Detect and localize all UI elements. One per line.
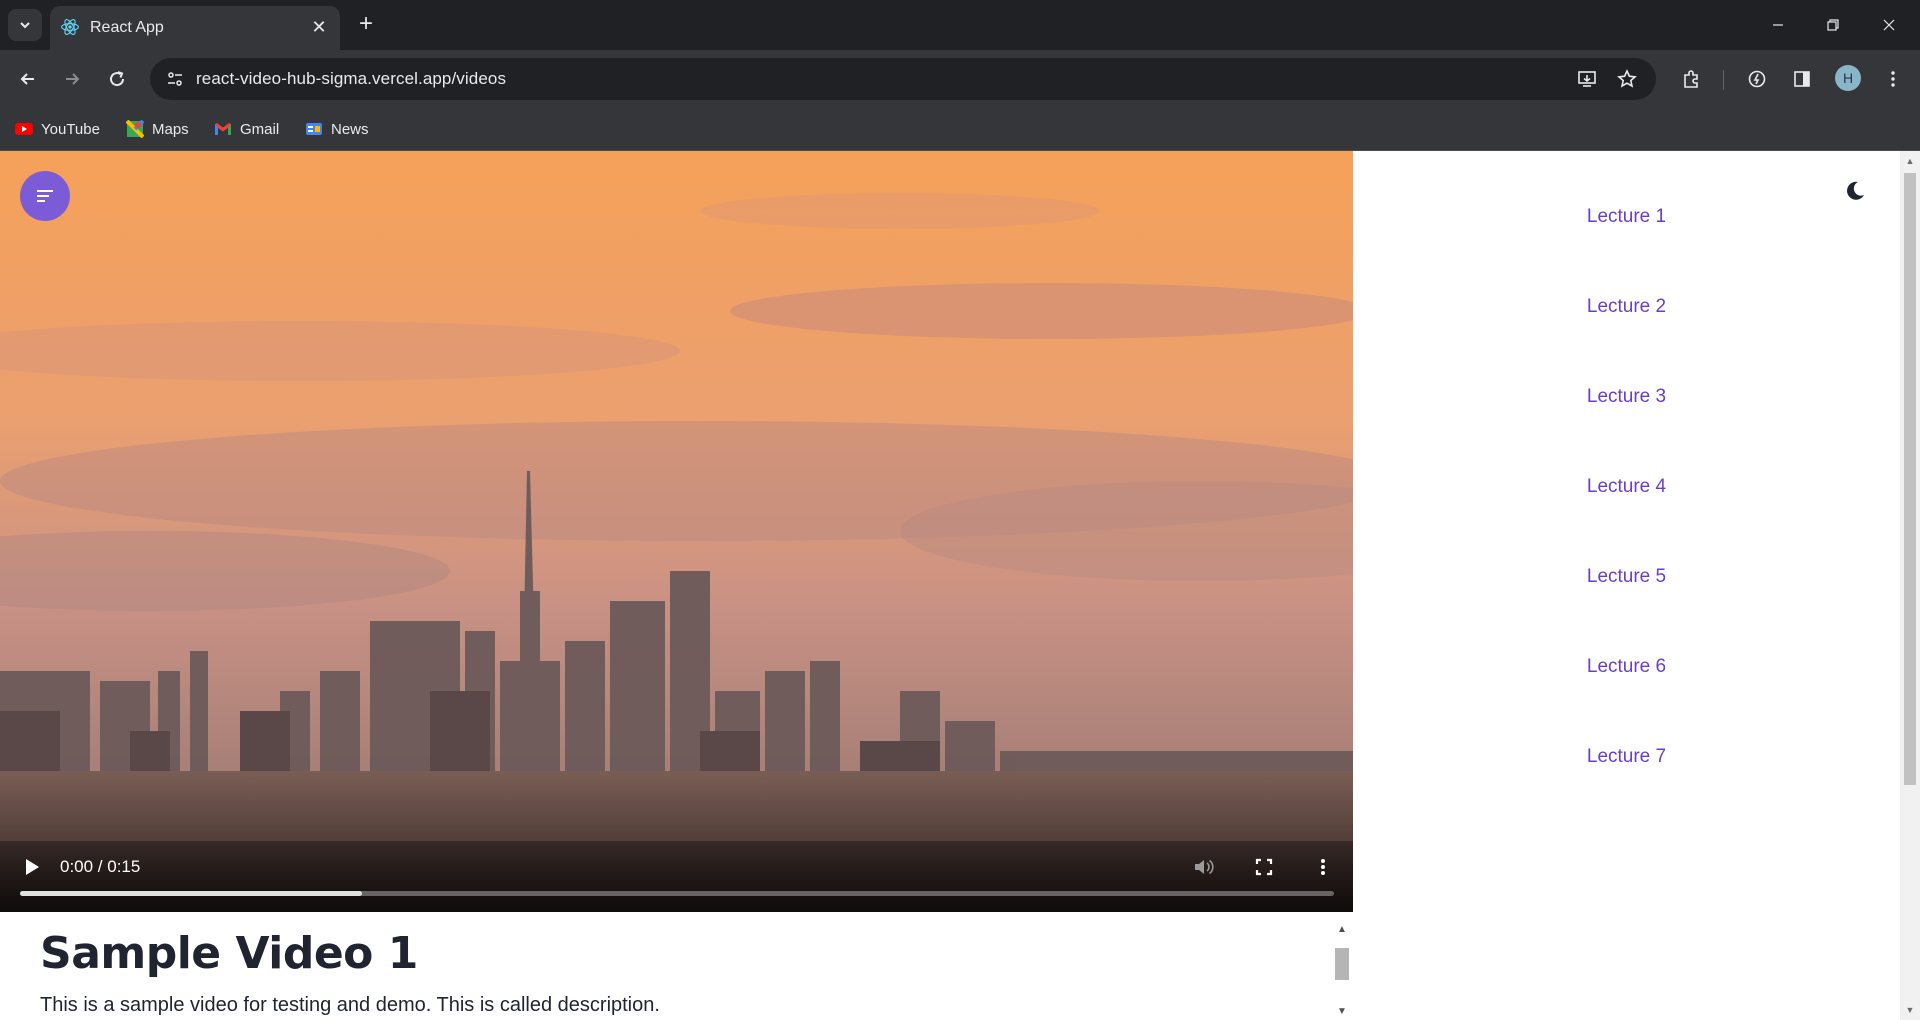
chevron-down-icon bbox=[20, 22, 30, 29]
info-scrollbar[interactable]: ▲ ▼ bbox=[1332, 922, 1352, 1020]
browser-tab[interactable]: React App ✕ bbox=[50, 6, 340, 50]
youtube-icon bbox=[15, 123, 33, 135]
more-options-icon[interactable] bbox=[1309, 853, 1337, 881]
bookmark-gmail[interactable]: Gmail bbox=[214, 118, 279, 140]
buffered-progress bbox=[20, 891, 362, 896]
bookmark-youtube[interactable]: YouTube bbox=[15, 118, 100, 140]
site-info-icon[interactable] bbox=[162, 66, 188, 92]
address-bar[interactable]: react-video-hub-sigma.vercel.app/videos bbox=[150, 58, 1656, 100]
lecture-link-7[interactable]: Lecture 7 bbox=[1353, 746, 1900, 768]
bookmarks-bar: YouTube Maps Gmail News bbox=[0, 108, 1920, 151]
lecture-link-2[interactable]: Lecture 2 bbox=[1353, 296, 1900, 318]
scroll-thumb[interactable] bbox=[1335, 948, 1349, 980]
lecture-link-5[interactable]: Lecture 5 bbox=[1353, 566, 1900, 588]
menu-lines-icon bbox=[37, 190, 53, 202]
video-title: Sample Video 1 bbox=[40, 928, 418, 979]
scroll-down-icon[interactable]: ▼ bbox=[1335, 1004, 1349, 1018]
new-tab-button[interactable]: + bbox=[352, 10, 380, 38]
more-vert-icon[interactable] bbox=[1877, 63, 1909, 95]
scroll-up-icon[interactable]: ▲ bbox=[1335, 922, 1349, 936]
react-icon bbox=[61, 19, 79, 35]
forward-icon[interactable] bbox=[56, 63, 88, 95]
close-window-icon[interactable] bbox=[1862, 0, 1916, 50]
tab-title: React App bbox=[90, 19, 164, 36]
page-scroll-down-icon[interactable]: ▼ bbox=[1904, 1004, 1916, 1016]
news-icon bbox=[306, 123, 322, 135]
bookmark-news[interactable]: News bbox=[305, 118, 369, 140]
minimize-icon[interactable] bbox=[1751, 0, 1805, 50]
restore-icon[interactable] bbox=[1806, 0, 1860, 50]
reload-icon[interactable] bbox=[101, 63, 133, 95]
video-controls: 0:00 / 0:15 bbox=[0, 841, 1353, 912]
lecture-link-1[interactable]: Lecture 1 bbox=[1353, 206, 1900, 228]
video-info-panel: Sample Video 1 This is a sample video fo… bbox=[0, 912, 1353, 1020]
seek-bar[interactable] bbox=[20, 891, 1334, 896]
close-tab-icon[interactable]: ✕ bbox=[308, 16, 330, 38]
side-panel-icon[interactable] bbox=[1786, 63, 1818, 95]
fullscreen-icon[interactable] bbox=[1250, 853, 1278, 881]
gmail-icon bbox=[215, 123, 231, 135]
volume-icon[interactable] bbox=[1190, 853, 1218, 881]
maps-icon bbox=[126, 120, 144, 138]
bookmark-maps[interactable]: Maps bbox=[126, 118, 189, 140]
profile-avatar[interactable]: H bbox=[1835, 65, 1861, 91]
browser-toolbar: react-video-hub-sigma.vercel.app/videos … bbox=[0, 50, 1920, 108]
time-display: 0:00 / 0:15 bbox=[60, 857, 141, 876]
page-scroll-thumb[interactable] bbox=[1904, 173, 1916, 785]
url-text[interactable]: react-video-hub-sigma.vercel.app/videos bbox=[196, 69, 506, 89]
bookmark-label: Maps bbox=[152, 120, 189, 138]
install-app-icon[interactable] bbox=[1574, 66, 1600, 92]
page-scrollbar[interactable]: ▲ ▼ bbox=[1900, 151, 1920, 1020]
bookmark-star-icon[interactable] bbox=[1614, 66, 1640, 92]
performance-icon[interactable] bbox=[1741, 63, 1773, 95]
page-scroll-up-icon[interactable]: ▲ bbox=[1904, 155, 1916, 167]
bookmark-label: Gmail bbox=[240, 120, 280, 138]
playlist-menu-button[interactable] bbox=[20, 171, 70, 221]
back-icon[interactable] bbox=[12, 63, 44, 95]
video-description: This is a sample video for testing and d… bbox=[40, 994, 660, 1016]
extensions-icon[interactable] bbox=[1675, 63, 1707, 95]
bookmark-label: YouTube bbox=[41, 120, 100, 138]
video-frame-skyline bbox=[0, 151, 1353, 912]
lecture-link-6[interactable]: Lecture 6 bbox=[1353, 656, 1900, 678]
video-player[interactable]: 0:00 / 0:15 bbox=[0, 151, 1353, 912]
moon-icon[interactable] bbox=[1840, 176, 1870, 206]
lecture-sidebar: Lecture 1 Lecture 2 Lecture 3 Lecture 4 … bbox=[1353, 151, 1900, 1020]
lecture-link-4[interactable]: Lecture 4 bbox=[1353, 476, 1900, 498]
play-icon[interactable] bbox=[18, 853, 46, 881]
toolbar-divider bbox=[1723, 70, 1724, 90]
tab-search-button[interactable] bbox=[8, 9, 42, 41]
lecture-link-3[interactable]: Lecture 3 bbox=[1353, 386, 1900, 408]
page-viewport: 0:00 / 0:15 Sample Video 1 This is a sam… bbox=[0, 151, 1920, 1020]
tab-strip: React App ✕ + bbox=[0, 0, 1920, 50]
bookmark-label: News bbox=[331, 120, 369, 138]
